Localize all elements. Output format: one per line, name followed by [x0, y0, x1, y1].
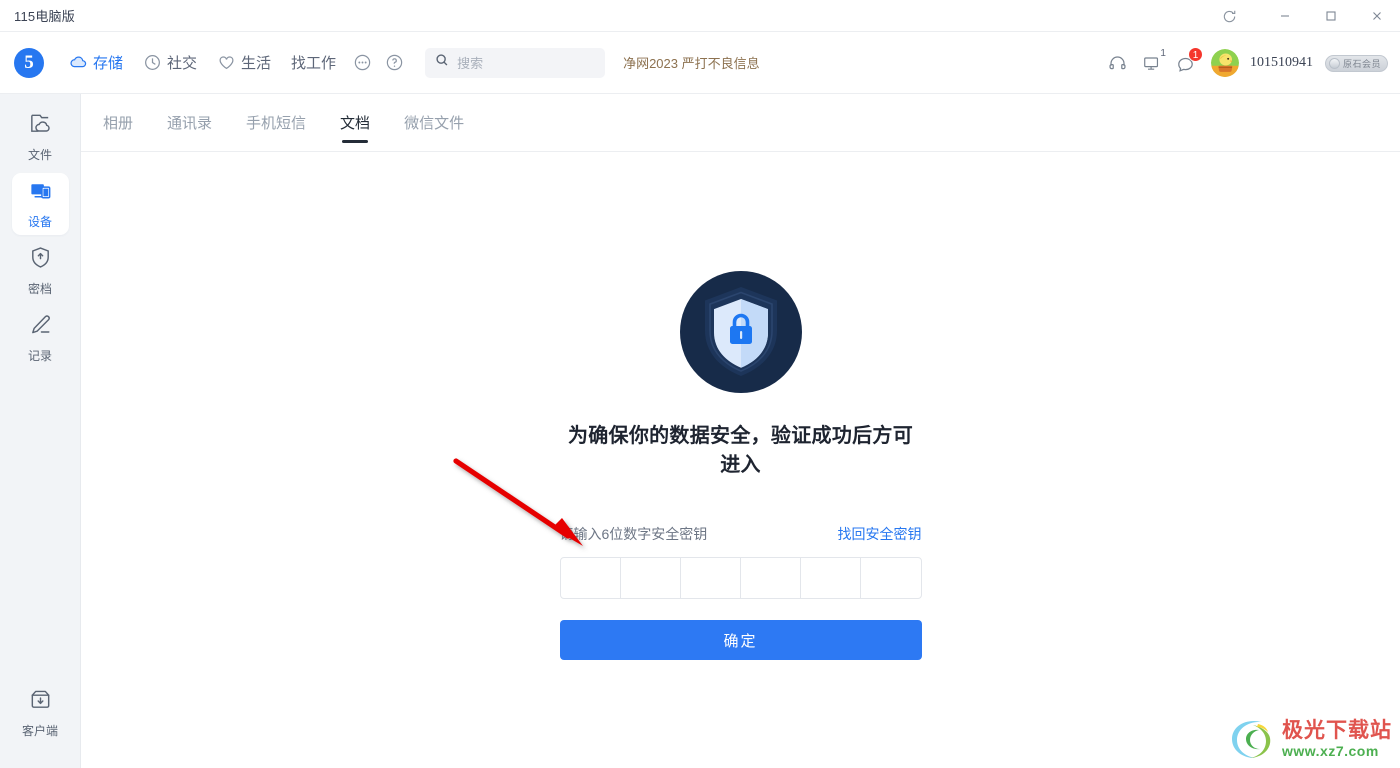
vip-badge[interactable]: 原石会员	[1324, 54, 1388, 72]
security-key-panel: 为确保你的数据安全，验证成功后方可进入 请输入6位数字安全密钥 找回安全密钥 确…	[559, 271, 922, 660]
vip-gem-icon	[1328, 57, 1340, 69]
sidebar-item-device[interactable]: 设备	[11, 173, 69, 235]
pin-digit-4[interactable]	[741, 558, 802, 598]
nav-item-social[interactable]: 社交	[134, 48, 206, 77]
header-right-actions: 1 1 101510941 原石会员	[1103, 32, 1388, 94]
sidebar-label-archive: 密档	[27, 282, 52, 296]
window-title: 115电脑版	[14, 9, 75, 24]
close-button[interactable]	[1354, 0, 1400, 32]
heart-icon	[217, 53, 236, 72]
shield-lock-icon	[679, 271, 802, 393]
file-cloud-icon	[28, 111, 53, 141]
main-content: 为确保你的数据安全，验证成功后方可进入 请输入6位数字安全密钥 找回安全密钥 确…	[81, 152, 1400, 768]
title-bar: 115电脑版	[0, 0, 1400, 32]
sidebar-item-files[interactable]: 文件	[12, 106, 69, 168]
message-icon[interactable]: 1	[1171, 47, 1203, 78]
pin-input-label: 请输入6位数字安全密钥	[559, 526, 708, 542]
search-placeholder: 搜索	[457, 56, 484, 71]
page-title: 为确保你的数据安全，验证成功后方可进入	[567, 425, 914, 476]
monitor-icon[interactable]: 1	[1137, 48, 1167, 78]
nav-item-storage[interactable]: 存储	[60, 48, 132, 77]
shield-archive-icon	[28, 245, 53, 275]
tab-documents[interactable]: 文档	[338, 94, 372, 152]
app-header: 5 存储 社交 生活 找工作 搜索 净网2023 严打不良信息 1 1 1015…	[0, 32, 1400, 94]
watermark-name: 极光下载站	[1282, 719, 1392, 742]
nav-label-storage: 存储	[93, 55, 124, 72]
watermark-logo-icon	[1232, 720, 1271, 758]
campaign-slogan: 净网2023 严打不良信息	[623, 56, 760, 71]
download-box-icon	[28, 687, 53, 717]
nav-item-life[interactable]: 生活	[208, 48, 280, 77]
more-ellipsis-icon[interactable]	[349, 50, 375, 76]
pin-digit-3[interactable]	[681, 558, 742, 598]
app-window: 115电脑版 5 存储 社交 生活 找工作 搜索 净网2023 严打不良信息 1…	[0, 0, 1400, 768]
sidebar-label-client: 客户端	[21, 724, 58, 738]
pencil-record-icon	[28, 312, 53, 342]
monitor-badge: 1	[1160, 48, 1166, 59]
search-icon	[435, 53, 449, 72]
minimize-button[interactable]	[1262, 0, 1308, 32]
nav-label-social: 社交	[167, 55, 198, 72]
tab-wechat-files[interactable]: 微信文件	[402, 94, 466, 152]
sidebar-label-device: 设备	[27, 215, 52, 229]
brand-logo[interactable]: 5	[14, 47, 44, 78]
vip-label: 原石会员	[1342, 58, 1381, 69]
message-badge: 1	[1187, 47, 1203, 62]
watermark-text: 极光下载站 www.xz7.com	[1282, 720, 1392, 758]
pin-digit-1[interactable]	[561, 558, 621, 598]
refresh-icon[interactable]	[1206, 0, 1252, 32]
site-watermark: 极光下载站 www.xz7.com	[1228, 716, 1392, 762]
content-tabbar: 相册 通讯录 手机短信 文档 微信文件	[81, 94, 1400, 152]
pin-label-row: 请输入6位数字安全密钥 找回安全密钥	[560, 524, 922, 544]
pin-digit-6[interactable]	[861, 558, 920, 598]
left-sidebar: 文件 设备 密档 记录 客户端	[0, 94, 81, 768]
device-screens-icon	[28, 178, 53, 208]
sidebar-item-archive[interactable]: 密档	[12, 240, 69, 302]
tab-album[interactable]: 相册	[101, 94, 135, 152]
window-controls	[1206, 0, 1400, 32]
headset-icon[interactable]	[1103, 48, 1133, 78]
tab-sms[interactable]: 手机短信	[244, 94, 308, 152]
sidebar-label-files: 文件	[27, 148, 52, 162]
confirm-button[interactable]: 确定	[559, 620, 922, 660]
search-input[interactable]: 搜索	[425, 47, 606, 78]
help-question-icon[interactable]	[381, 50, 407, 76]
user-avatar[interactable]	[1210, 49, 1239, 77]
sidebar-item-records[interactable]: 记录	[12, 307, 69, 369]
sidebar-item-client[interactable]: 客户端	[12, 682, 69, 744]
nav-item-jobs[interactable]: 找工作	[282, 48, 345, 77]
pin-digit-2[interactable]	[621, 558, 681, 598]
username-label[interactable]: 101510941	[1250, 55, 1313, 71]
tab-contacts[interactable]: 通讯录	[165, 94, 214, 152]
maximize-button[interactable]	[1308, 0, 1354, 32]
pin-input-group[interactable]	[559, 557, 922, 599]
shield-illustration	[560, 271, 922, 393]
nav-label-life: 生活	[241, 55, 272, 72]
clock-icon	[143, 53, 162, 72]
recover-key-link[interactable]: 找回安全密钥	[838, 524, 922, 544]
pin-digit-5[interactable]	[801, 558, 862, 598]
watermark-url: www.xz7.com	[1282, 743, 1379, 759]
cloud-icon	[69, 53, 88, 72]
nav-label-jobs: 找工作	[291, 55, 337, 72]
sidebar-label-records: 记录	[27, 349, 52, 363]
top-nav: 存储 社交 生活 找工作	[60, 48, 409, 77]
